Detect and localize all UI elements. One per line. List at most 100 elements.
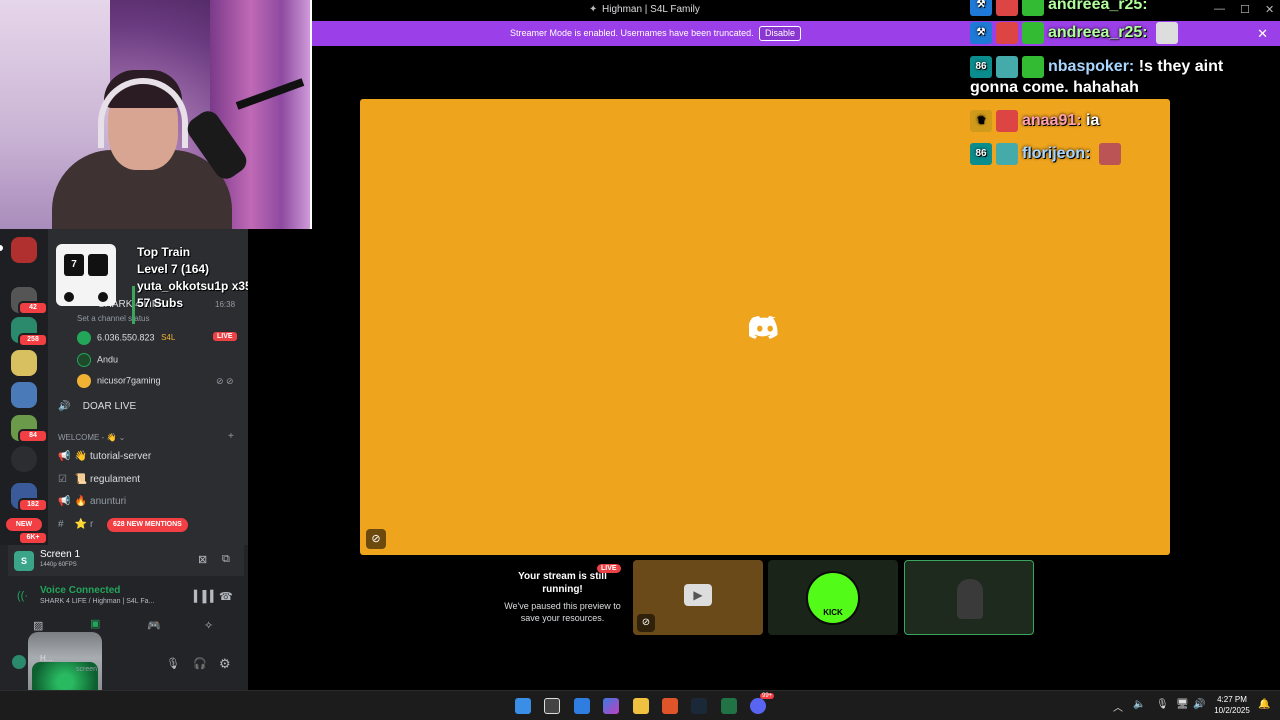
top-train-title: Top Train [137,245,191,259]
steam-icon[interactable] [691,698,707,714]
stream-off-icon[interactable]: ⊘ [366,529,386,549]
server-badge: 182 [18,498,48,512]
noise-suppression-icon[interactable]: ▍▌▍ [194,590,219,603]
train-wheel [64,292,74,302]
voice-member[interactable]: 6.036.550.823 S4L [77,331,175,345]
server-icon[interactable] [11,237,37,263]
excel-icon[interactable] [721,698,737,714]
voice-member[interactable]: Andu [77,353,118,367]
chat-message: ⚒ andreea_r25: [970,22,1182,44]
kick-logo: KICK [823,608,843,617]
clock-time: 4:27 PM [1217,695,1247,704]
activity-icon[interactable]: 🎮 [147,619,161,632]
webcam-border [310,0,312,229]
member-name: Andu [97,354,119,365]
disable-button[interactable]: Disable [759,26,801,41]
stream-preview[interactable]: ⊘ [360,99,1170,555]
settings-gear-icon[interactable]: ⚙ [219,656,231,672]
disconnect-icon[interactable]: ☎ [219,590,233,603]
chat-message: ⚒ andreea_r25: [970,0,1148,16]
avatar [996,143,1018,165]
participant-tile[interactable] [904,560,1034,635]
set-channel-status[interactable]: Set a channel status [77,314,150,323]
participant-avatar [957,579,983,619]
participant-tile[interactable]: KICK [768,560,898,635]
folder-icon[interactable] [11,446,37,472]
chat-username: andreea_r25: [1048,0,1148,14]
new-badge[interactable]: NEW [6,518,42,531]
rules-icon: ☑ [58,474,67,485]
headphones-icon[interactable]: 🎧 [193,657,207,670]
network-icon[interactable]: 🖥 [1176,699,1189,710]
task-view-icon[interactable] [544,698,560,714]
train-window [88,254,108,276]
add-channel-icon[interactable]: + [228,431,234,442]
clock[interactable]: 4:27 PM 10/2/2025 [1210,694,1254,716]
server-badge: 42 [18,301,48,315]
stream-off-icon[interactable]: ⊘ [637,614,655,632]
member-name: nicusor7gaming [97,375,161,386]
close-window-button[interactable]: ✕ [1265,3,1274,16]
copilot-icon[interactable] [603,698,619,714]
banner-close-icon[interactable]: ✕ [1257,26,1268,42]
chat-username: anaa91: [1022,112,1082,130]
notifications-icon[interactable]: 🔔 [1258,699,1270,710]
notice-heading: Your stream is still running! [518,571,607,595]
brave-browser-icon[interactable] [662,698,678,714]
avatar [996,22,1018,44]
minimize-button[interactable]: — [1214,3,1225,15]
avatar [996,0,1018,16]
signal-icon[interactable]: ((· [17,590,28,602]
announce-icon: 📢 [58,451,71,462]
file-explorer-icon[interactable] [633,698,649,714]
maximize-button[interactable]: ☐ [1240,3,1250,16]
channel-label: DOAR LIVE [82,401,137,412]
participant-tile[interactable]: ▶ ⊘ [633,560,763,635]
channel-emoji: ⭐ [74,519,88,530]
channel-tutorial-server[interactable]: 📢 👋 tutorial-server [58,451,151,462]
notification-badge: 99+ [760,693,775,699]
badge-icon: 86 [970,143,992,165]
new-mentions-badge[interactable]: 628 NEW MENTIONS [107,518,188,532]
microphone-icon[interactable]: 🎙 [166,657,180,670]
soundboard-icon[interactable]: ✧ [204,619,213,632]
voice-connected-channel[interactable]: SHARK 4 LIFE / Highman | S4L Fa... [40,598,154,605]
avatar[interactable] [12,655,26,669]
server-icon[interactable] [11,350,37,376]
category-welcome[interactable]: WELCOME - 👋 ⌄ [58,433,125,442]
voice-member[interactable]: nicusor7gaming [77,374,161,388]
user-panel: S Screen 1 1440p 60FPS ⊠ ⧉ ((· Voice Con… [0,545,248,718]
badge-icon: 86 [970,56,992,78]
widgets-icon[interactable] [574,698,590,714]
chat-username: andreea_r25: [1048,24,1148,42]
volume-icon[interactable]: 🔈 [1133,699,1145,710]
discord-taskbar-icon[interactable] [750,698,766,714]
screen-quality: 1440p 60FPS [40,562,77,568]
screen-share-row[interactable]: S Screen 1 1440p 60FPS ⊠ ⧉ [8,545,244,576]
chat-message-continued: gonna come. hahahah [970,79,1139,97]
channel-r[interactable]: # ⭐ r [58,519,93,530]
stop-stream-icon[interactable]: ⊠ [198,553,207,566]
live-badge: LIVE [213,332,237,341]
tray-chevron-icon[interactable]: ︿ [1113,699,1123,714]
user-name[interactable]: H... [40,654,52,663]
channel-regulament[interactable]: ☑ 📜 regulament [58,474,140,485]
start-menu-icon[interactable] [515,698,531,714]
window-title: Highman | S4L Family [602,4,700,15]
gift-icon [1022,0,1044,16]
camera-off-icon[interactable]: ▨ [33,619,43,632]
server-icon[interactable] [11,382,37,408]
chat-message: ♛ anaa91: ia [970,110,1099,132]
crown-icon: ♛ [970,110,992,132]
gift-icon [1022,22,1044,44]
member-tag: S4L [161,333,176,343]
channel-anunturi[interactable]: 📢 🔥 anunturi [58,496,126,507]
discord-logo-icon [749,316,778,339]
muted-icons: ⊘ ⊘ [216,376,234,386]
mic-tray-icon[interactable]: 🎙 [1156,699,1169,710]
popout-icon[interactable]: ⧉ [222,553,230,566]
voice-channel-doar-live[interactable]: 🔊 DOAR LIVE [58,401,136,412]
camera-icon: ▶ [684,584,712,606]
screen-share-icon[interactable]: ▣ [90,617,100,630]
speaker-icon[interactable]: 🔊 [1193,699,1205,710]
